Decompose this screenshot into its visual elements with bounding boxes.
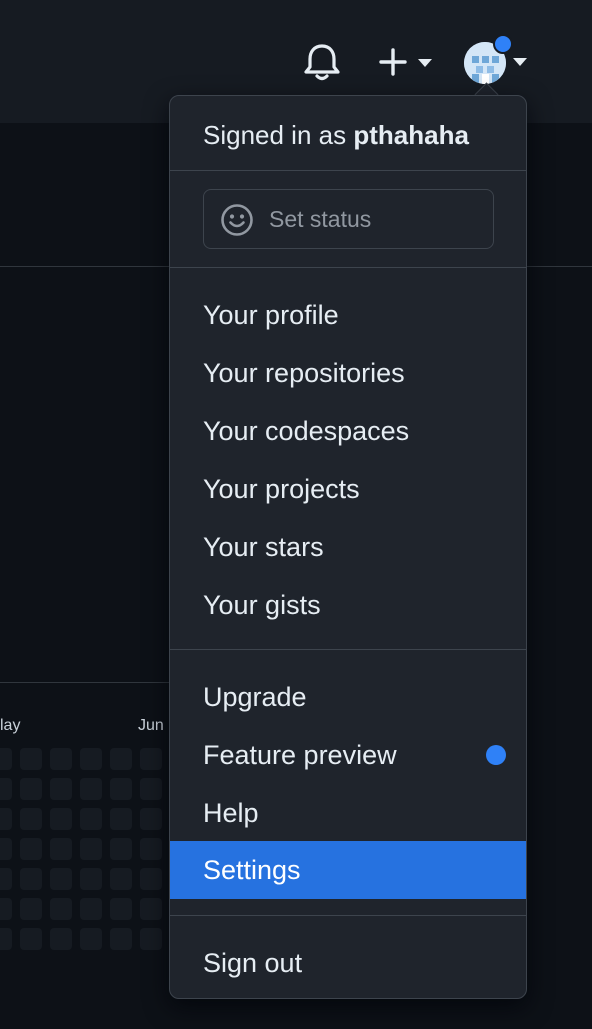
- create-new-button[interactable]: [378, 44, 438, 80]
- contribution-cell: [0, 748, 12, 770]
- contribution-cell: [20, 778, 42, 800]
- contribution-cell: [140, 808, 162, 830]
- menu-item-your-stars[interactable]: Your stars: [170, 518, 526, 576]
- signed-in-header: Signed in as pthahaha: [203, 120, 469, 151]
- contribution-cell: [0, 838, 12, 860]
- notifications-button[interactable]: [300, 42, 344, 82]
- contribution-cell: [80, 748, 102, 770]
- divider: [170, 915, 526, 916]
- new-indicator-dot: [486, 745, 506, 765]
- contribution-cell: [80, 808, 102, 830]
- month-label: lay: [0, 717, 21, 734]
- plus-icon: [379, 48, 407, 76]
- username[interactable]: pthahaha: [353, 120, 469, 150]
- contribution-cell: [0, 898, 12, 920]
- contribution-cell: [110, 808, 132, 830]
- menu-item-your-codespaces[interactable]: Your codespaces: [170, 402, 526, 460]
- contribution-cell: [20, 928, 42, 950]
- contribution-cell: [140, 778, 162, 800]
- contribution-cell: [20, 838, 42, 860]
- contribution-cell: [50, 868, 72, 890]
- smiley-icon: [221, 204, 253, 236]
- contribution-cell: [20, 748, 42, 770]
- contribution-cell: [0, 778, 12, 800]
- bell-icon: [304, 44, 340, 81]
- divider: [170, 649, 526, 650]
- contribution-cell: [110, 898, 132, 920]
- menu-item-your-profile[interactable]: Your profile: [170, 286, 526, 344]
- contribution-cell: [20, 808, 42, 830]
- contribution-cell: [110, 928, 132, 950]
- contribution-cell: [50, 778, 72, 800]
- user-dropdown-menu: Signed in as pthahaha Set status Your pr…: [169, 95, 527, 999]
- contribution-cell: [110, 868, 132, 890]
- menu-item-your-gists[interactable]: Your gists: [170, 576, 526, 634]
- contribution-cell: [110, 748, 132, 770]
- contribution-cell: [140, 838, 162, 860]
- contribution-cell: [0, 868, 12, 890]
- divider: [170, 267, 526, 268]
- contribution-cell: [110, 838, 132, 860]
- menu-item-upgrade[interactable]: Upgrade: [170, 668, 526, 726]
- contribution-cell: [80, 928, 102, 950]
- menu-item-your-projects[interactable]: Your projects: [170, 460, 526, 518]
- contribution-cell: [50, 748, 72, 770]
- feature-preview-label: Feature preview: [203, 740, 397, 770]
- contribution-cell: [20, 898, 42, 920]
- contribution-cell: [50, 928, 72, 950]
- contribution-cell: [140, 928, 162, 950]
- contribution-cell: [140, 898, 162, 920]
- notification-badge: [493, 34, 513, 54]
- contribution-cell: [140, 748, 162, 770]
- set-status-label: Set status: [269, 206, 372, 232]
- menu-item-help[interactable]: Help: [170, 784, 526, 842]
- contribution-cell: [20, 868, 42, 890]
- menu-item-sign-out[interactable]: Sign out: [170, 934, 526, 992]
- contribution-cell: [110, 778, 132, 800]
- set-status-button[interactable]: Set status: [203, 189, 494, 249]
- chevron-down-icon: [513, 58, 527, 66]
- contribution-cell: [50, 838, 72, 860]
- contribution-cell: [0, 808, 12, 830]
- contribution-cell: [80, 778, 102, 800]
- contribution-cell: [50, 898, 72, 920]
- contribution-cell: [140, 868, 162, 890]
- divider: [170, 170, 526, 171]
- contribution-cell: [50, 808, 72, 830]
- contribution-cell: [80, 898, 102, 920]
- contribution-cell: [0, 928, 12, 950]
- chevron-down-icon: [418, 59, 432, 67]
- menu-item-feature-preview[interactable]: Feature preview: [170, 726, 526, 784]
- user-menu-button[interactable]: [462, 34, 532, 86]
- menu-item-your-repositories[interactable]: Your repositories: [170, 344, 526, 402]
- menu-item-settings[interactable]: Settings: [170, 841, 526, 899]
- signed-in-label: Signed in as: [203, 120, 347, 150]
- contribution-cell: [80, 868, 102, 890]
- month-label: Jun: [138, 717, 164, 734]
- contribution-cell: [80, 838, 102, 860]
